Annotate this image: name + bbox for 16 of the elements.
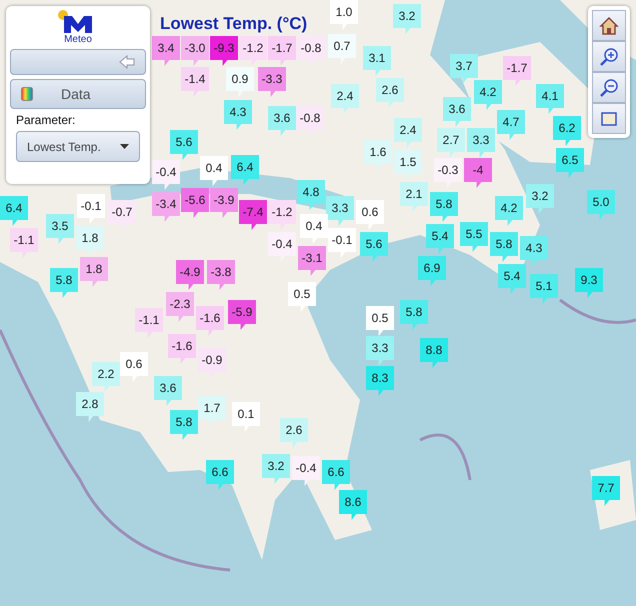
- parameter-select[interactable]: Lowest Temp.: [16, 131, 140, 162]
- map-title: Lowest Temp. (°C): [160, 14, 308, 34]
- logo-text: Meteo: [64, 34, 92, 45]
- full-extent-button[interactable]: [592, 103, 626, 134]
- zoom-in-button[interactable]: [592, 41, 626, 72]
- arrow-left-icon: [119, 55, 135, 69]
- parameter-label: Parameter:: [16, 113, 76, 127]
- zoom-in-icon: [599, 46, 619, 66]
- home-icon: [599, 16, 619, 36]
- caret-icon: [120, 144, 129, 149]
- zoom-out-button[interactable]: [592, 72, 626, 103]
- home-button[interactable]: [592, 10, 626, 41]
- full-extent-icon: [600, 110, 618, 126]
- color-palette-icon: [21, 87, 33, 101]
- zoom-out-icon: [599, 78, 619, 98]
- data-button[interactable]: Data: [10, 79, 146, 109]
